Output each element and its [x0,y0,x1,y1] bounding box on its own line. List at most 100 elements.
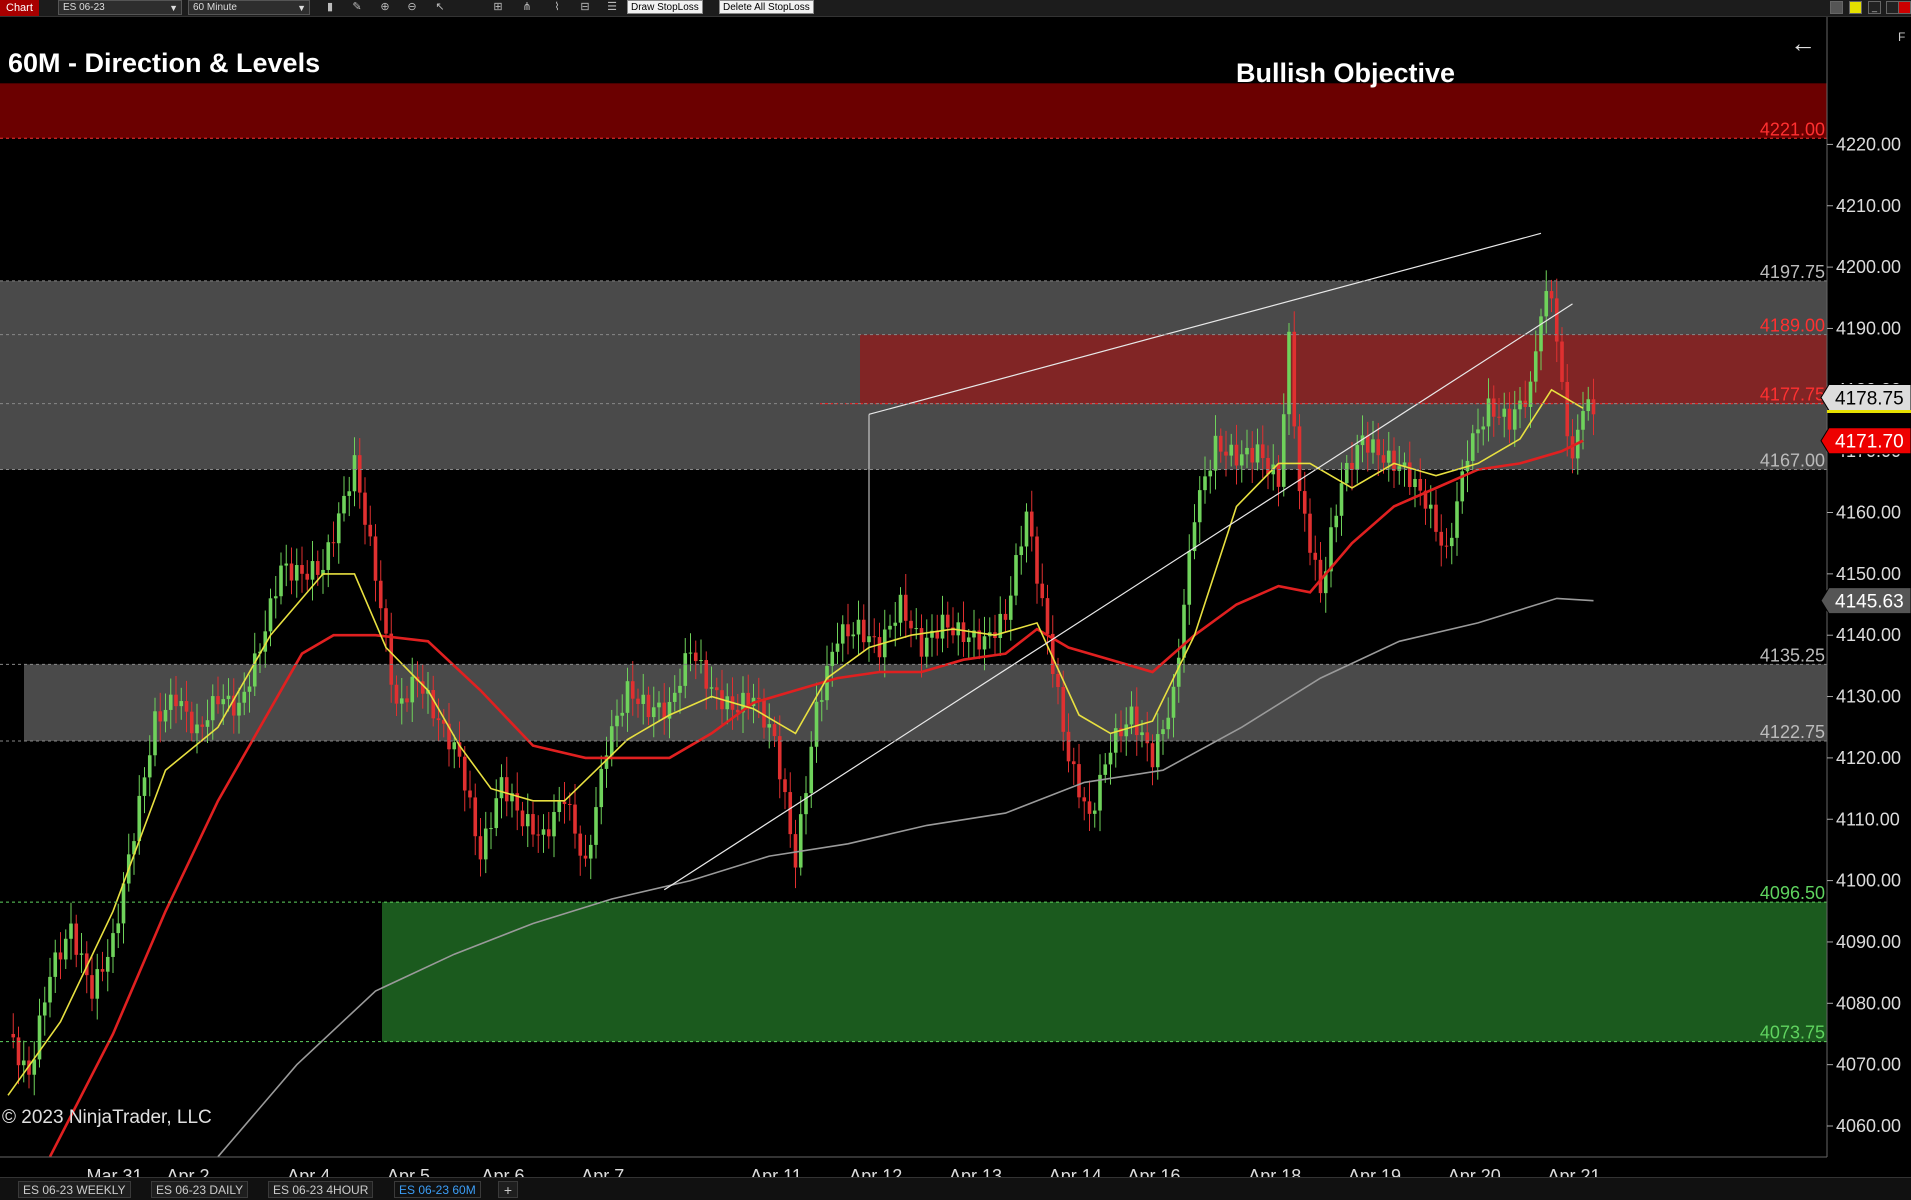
candle-down [90,975,94,999]
candle-down [1407,462,1412,488]
instrument-selector[interactable]: ES 06-23 ▼ [58,0,182,15]
data-box-icon[interactable]: ⊞ [491,1,505,14]
candle-down [546,829,551,837]
candle-up [1344,462,1349,484]
candle-up [552,812,556,837]
candle-up [1166,717,1171,730]
candle-up [210,696,215,721]
zone-resistance [860,334,1827,404]
candle-down [531,814,535,835]
chart-tabs: ES 06-23 WEEKLY ES 06-23 DAILY ES 06-23 … [0,1177,1911,1200]
level-label: 4135.25 [1760,645,1825,665]
time-tick-label: Apr 14 [1049,1166,1102,1177]
candle-up [819,700,824,702]
color-swatch-yellow[interactable] [1849,1,1862,14]
candle-up [1481,426,1486,430]
properties-icon[interactable]: ⊟ [578,1,592,14]
strategies-icon[interactable]: ⌇ [550,1,564,14]
price-axis-background [1827,17,1911,1157]
candle-up [1581,411,1585,430]
candle-down [373,536,378,581]
candle-up [499,777,504,799]
price-axis[interactable]: 4220.004210.004200.004190.004180.004170.… [1820,17,1911,1157]
candle-down [1134,706,1139,736]
tab-4hour[interactable]: ES 06-23 4HOUR [268,1181,374,1198]
zoom-out-icon[interactable]: ⊖ [405,1,419,14]
candle-up [1586,399,1591,412]
candle-down [431,690,436,719]
candle-down [1565,381,1570,437]
candle-up [121,883,126,924]
candle-up [898,594,903,623]
candle-down [216,696,220,705]
candle-up [651,707,656,718]
candle-down [1234,444,1239,466]
candle-up [1544,291,1549,317]
candle-up [557,801,562,813]
candle-up [95,969,100,999]
price-tick-label: 4110.00 [1836,809,1900,829]
chart-toolbar: Chart ES 06-23 ▼ 60 Minute ▼ ▮ ✎ ⊕ ⊖ ↖ ⊞… [0,0,1911,17]
candle-up [924,637,929,657]
back-arrow-icon[interactable]: ← [1790,28,1816,59]
indicators-icon[interactable]: ⋔ [520,1,534,14]
candle-up [1129,706,1134,725]
candle-down [1066,731,1071,762]
list-icon[interactable]: ☰ [605,1,619,14]
candle-down [1392,450,1396,471]
candle-down [788,792,793,835]
candle-up [179,701,184,707]
pencil-icon[interactable]: ✎ [350,1,364,14]
color-swatch-gray[interactable] [1830,1,1843,14]
candle-down [504,777,509,802]
tab-60m[interactable]: ES 06-23 60M [394,1181,481,1198]
candle-down [567,804,572,806]
candle-down [1491,398,1496,417]
candle-down [1077,764,1081,798]
price-tick-label: 4080.00 [1836,993,1901,1013]
candle-up [835,643,840,652]
candle-up [594,807,598,845]
candle-down [714,687,719,691]
candle-down [11,1033,16,1038]
candle-down [646,694,651,718]
candle-up [940,614,945,639]
interval-selector[interactable]: 60 Minute ▼ [188,0,310,15]
bar-type-icon[interactable]: ▮ [323,1,337,14]
zoom-in-icon[interactable]: ⊕ [378,1,392,14]
time-tick-label: Apr 11 [750,1166,802,1177]
candle-down [909,620,913,629]
price-tick-label: 4090.00 [1836,932,1901,952]
tab-weekly[interactable]: ES 06-23 WEEKLY [18,1181,131,1198]
candle-down [462,756,467,791]
candle-up [1197,490,1202,523]
candle-up [195,724,199,734]
time-tick-label: Apr 21 [1547,1166,1600,1177]
candle-up [1449,537,1454,547]
candle-up [142,777,147,796]
candle-down [1224,451,1228,456]
draw-stoploss-button[interactable]: Draw StopLoss [627,0,703,14]
delete-all-stoploss-button[interactable]: Delete All StopLoss [719,0,814,14]
candle-up [1171,686,1176,718]
price-tick-label: 4160.00 [1836,503,1901,523]
time-tick-label: Apr 12 [849,1166,902,1177]
minimize-icon[interactable]: _ [1868,1,1881,14]
candle-up [1176,657,1181,687]
close-icon[interactable] [1898,1,1911,14]
candle-down [662,702,667,719]
candle-down [436,718,441,721]
level-label: 4177.75 [1760,385,1825,405]
time-tick-label: Apr 7 [581,1166,624,1177]
candle-down [1218,435,1223,452]
candle-up [825,666,829,701]
pointer-icon[interactable]: ↖ [433,1,447,14]
candle-up [163,709,168,722]
chart-title: 60M - Direction & Levels [8,48,321,78]
tab-daily[interactable]: ES 06-23 DAILY [151,1181,249,1198]
candle-up [1182,604,1186,658]
candle-up [1229,444,1234,456]
add-tab-button[interactable]: + [498,1181,518,1198]
price-tick-label: 4190.00 [1836,318,1901,338]
price-chart[interactable]: 4221.00 4197.75 4189.00 4177.75 4167.00 4135.… [0,17,1911,1177]
